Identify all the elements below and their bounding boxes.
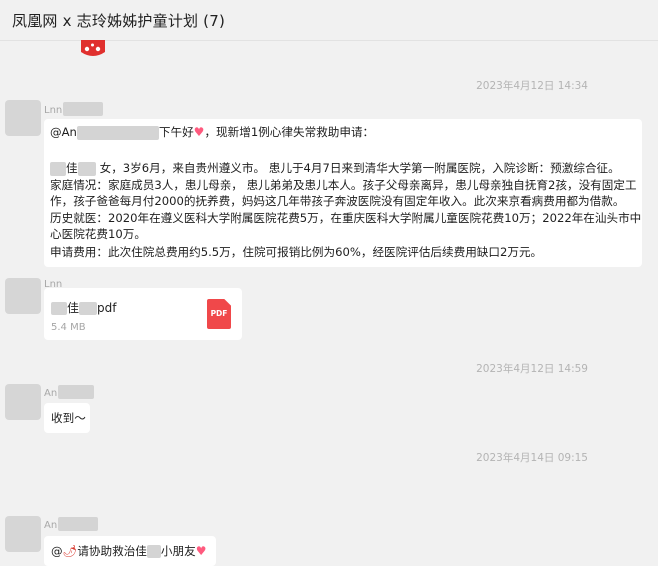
file-name-prefix: 佳 <box>67 301 80 315</box>
timestamp: 2023年4月12日 14:59 <box>476 363 588 375</box>
chili-pepper-icon: 🌶 <box>62 544 78 558</box>
heart-icon: ♥ <box>193 125 205 139</box>
message-text: 请协助救治佳 <box>77 544 147 558</box>
message-text: 女，3岁6月，来自贵州遵义市。 患儿于4月7日来到清华大学第一附属医院，入院诊断… <box>99 161 620 175</box>
redacted-name <box>79 302 98 315</box>
message-bubble[interactable]: @🌶请协助救治佳 小朋友♥ <box>44 536 216 566</box>
sticker-image <box>81 40 105 56</box>
message-text: ，现新增1例心律失常救助申请： <box>204 125 375 139</box>
message-text: 小朋友 <box>160 544 196 558</box>
sender-name-text: Lnn <box>44 105 63 116</box>
file-name-suffix: pdf <box>97 301 117 315</box>
avatar[interactable] <box>5 516 41 552</box>
file-name: 佳 pdf <box>51 300 116 317</box>
redacted-name <box>50 161 66 176</box>
redacted-name <box>77 161 96 176</box>
timestamp: 2023年4月14日 09:15 <box>476 452 588 464</box>
avatar[interactable] <box>5 384 41 420</box>
sender-name-text: An <box>44 520 58 531</box>
message-bubble[interactable]: @An 下午好♥，现新增1例心律失常救助申请： 佳 女，3岁6月，来自贵州遵义市。 … <box>44 119 642 267</box>
redacted-name <box>58 517 99 531</box>
patient-name-text: 佳 <box>66 161 78 175</box>
greeting-text: 下午好 <box>158 125 194 139</box>
message-line: @An 下午好♥，现新增1例心律失常救助申请： <box>50 124 374 141</box>
message-line: 佳 女，3岁6月，来自贵州遵义市。 患儿于4月7日来到清华大学第一附属医院，入院诊… <box>50 160 620 177</box>
message-line: 作，孩子爸爸每月付2000的抚养费，妈妈这几年带孩子奔波医院没有固定年收入。此次… <box>50 194 625 208</box>
redacted-name <box>51 302 67 315</box>
mention-text: @ <box>51 544 63 558</box>
redacted-name <box>58 385 95 399</box>
message-bubble[interactable]: 收到～ <box>44 403 90 433</box>
file-attachment-card[interactable]: 佳 pdf 5.4 MB PDF <box>44 288 242 340</box>
sender-name: Lnn <box>44 102 104 116</box>
message-line: 历史就医：2020年在遵义医科大学附属医院花费5万，在重庆医科大学附属儿童医院花… <box>50 211 642 225</box>
message-line: 申请费用：此次住院总费用约5.5万，住院可报销比例为60%，经医院评估后续费用缺… <box>50 245 543 259</box>
pdf-file-icon: PDF <box>207 299 231 329</box>
message-text: 收到～ <box>51 411 86 425</box>
sender-name: An <box>44 385 95 399</box>
avatar[interactable] <box>5 100 41 136</box>
chat-title-bar: 凤凰网 x 志玲姊姊护童计划 (7) <box>0 0 658 41</box>
avatar[interactable] <box>5 278 41 314</box>
file-size: 5.4 MB <box>51 322 86 333</box>
message-line: 家庭情况：家庭成员3人，患儿母亲， 患儿弟弟及患儿本人。孩子父母亲离异，患儿母亲… <box>50 178 637 192</box>
message-line: @🌶请协助救治佳 小朋友♥ <box>51 543 206 560</box>
heart-icon: ♥ <box>195 544 207 558</box>
timestamp: 2023年4月12日 14:34 <box>476 80 588 92</box>
sender-name: An <box>44 517 99 531</box>
message-line: 心医院花费10万。 <box>50 227 146 241</box>
redacted-name <box>146 545 161 558</box>
sender-name-text: An <box>44 388 58 399</box>
redacted-name <box>63 102 104 116</box>
redacted-name <box>76 125 159 140</box>
mention-text: @An <box>50 125 77 139</box>
chat-title: 凤凰网 x 志玲姊姊护童计划 (7) <box>12 12 226 30</box>
